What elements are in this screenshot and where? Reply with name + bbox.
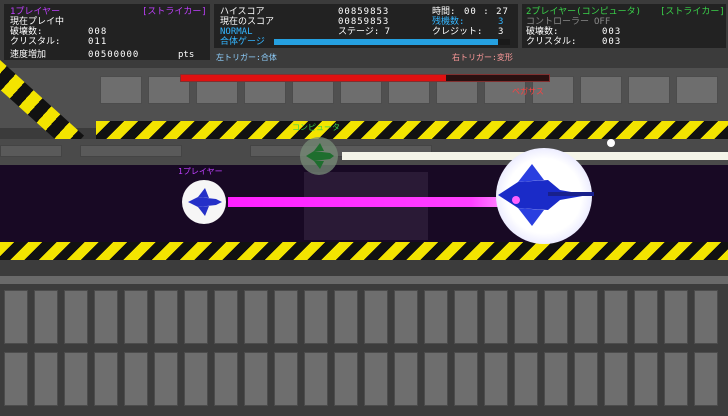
computer-ship-icon (306, 143, 334, 169)
p1-type-tag: [ストライカー] (142, 7, 207, 17)
player1-ship (182, 180, 226, 224)
p2-type-tag: [ストライカー] (660, 7, 725, 17)
gauge-fill (274, 39, 499, 45)
boss-ship-icon (498, 164, 594, 226)
center-hud: ハイスコア 00859853 現在のスコア 00859853 NORMAL ステ… (214, 4, 518, 48)
stage-label: ステージ: 7 (338, 27, 391, 37)
time-value: 00 : 27 (464, 7, 509, 17)
computer-ship (300, 137, 338, 175)
p1-hud: 1プレイヤー [ストライカー] 現在プレイ中 破壊数: 008 クリスタル: 0… (4, 4, 210, 60)
p2-destroyed-label: 破壊数: (526, 27, 559, 37)
lower-hazard-stripe (0, 242, 728, 260)
time-label: 時間: (432, 7, 456, 17)
p1-speed-label: 速度増加 (10, 50, 47, 60)
p2-hud: 2プレイヤー(コンピュータ) [ストライカー] コントローラー OFF 破壊数:… (522, 4, 726, 48)
p1-score-value: 00500000 (88, 50, 140, 60)
credit-value: 3 (498, 27, 505, 37)
boss-name: ペガサス (512, 87, 544, 96)
pipe-left (0, 145, 62, 157)
p2-controller-value: OFF (594, 17, 611, 27)
computer-label: コンピュータ (292, 123, 340, 132)
upper-hazard-stripe (96, 121, 728, 139)
p1-title: 1プレイヤー (10, 7, 61, 17)
p1-destroyed-value: 008 (88, 27, 108, 37)
player1-ship-icon (188, 188, 222, 216)
p2-crystal-label: クリスタル: (526, 37, 577, 47)
p1-crystal-label: クリスタル: (10, 37, 61, 47)
lives-value: 3 (498, 17, 505, 27)
boss-health-fill (181, 75, 446, 81)
p1-crystal-value: 011 (88, 37, 108, 47)
p2-title: 2プレイヤー(コンピュータ) (526, 7, 641, 17)
enemy-bullet (607, 139, 615, 147)
credit-label: クレジット: (432, 27, 483, 37)
lives-label: 残機数: (432, 17, 465, 27)
player1-label: 1プレイヤー (178, 167, 223, 176)
left-trigger-hint: 左トリガー:合体 (216, 53, 277, 62)
magenta-beam (228, 197, 514, 207)
p2-controller-label: コントローラー (526, 17, 590, 27)
hiscore-value: 00859853 (338, 7, 390, 17)
score-label: 現在のスコア (220, 17, 275, 27)
score-value: 00859853 (338, 17, 390, 27)
pipe-mid (80, 145, 182, 157)
gauge-label: 合体ゲージ (220, 37, 265, 47)
gauge-track (274, 39, 510, 45)
hiscore-label: ハイスコア (220, 7, 265, 17)
boss-health-track (180, 74, 550, 82)
p1-destroyed-label: 破壊数: (10, 27, 43, 37)
p1-status: 現在プレイ中 (10, 17, 65, 27)
right-trigger-hint: 右トリガー:変形 (452, 53, 513, 62)
p2-destroyed-value: 003 (602, 27, 622, 37)
difficulty: NORMAL (220, 27, 253, 37)
lower-rail (0, 276, 728, 284)
p2-crystal-value: 003 (602, 37, 622, 47)
p1-score-unit: pts (178, 50, 195, 60)
lower-panel-grid (0, 290, 728, 416)
